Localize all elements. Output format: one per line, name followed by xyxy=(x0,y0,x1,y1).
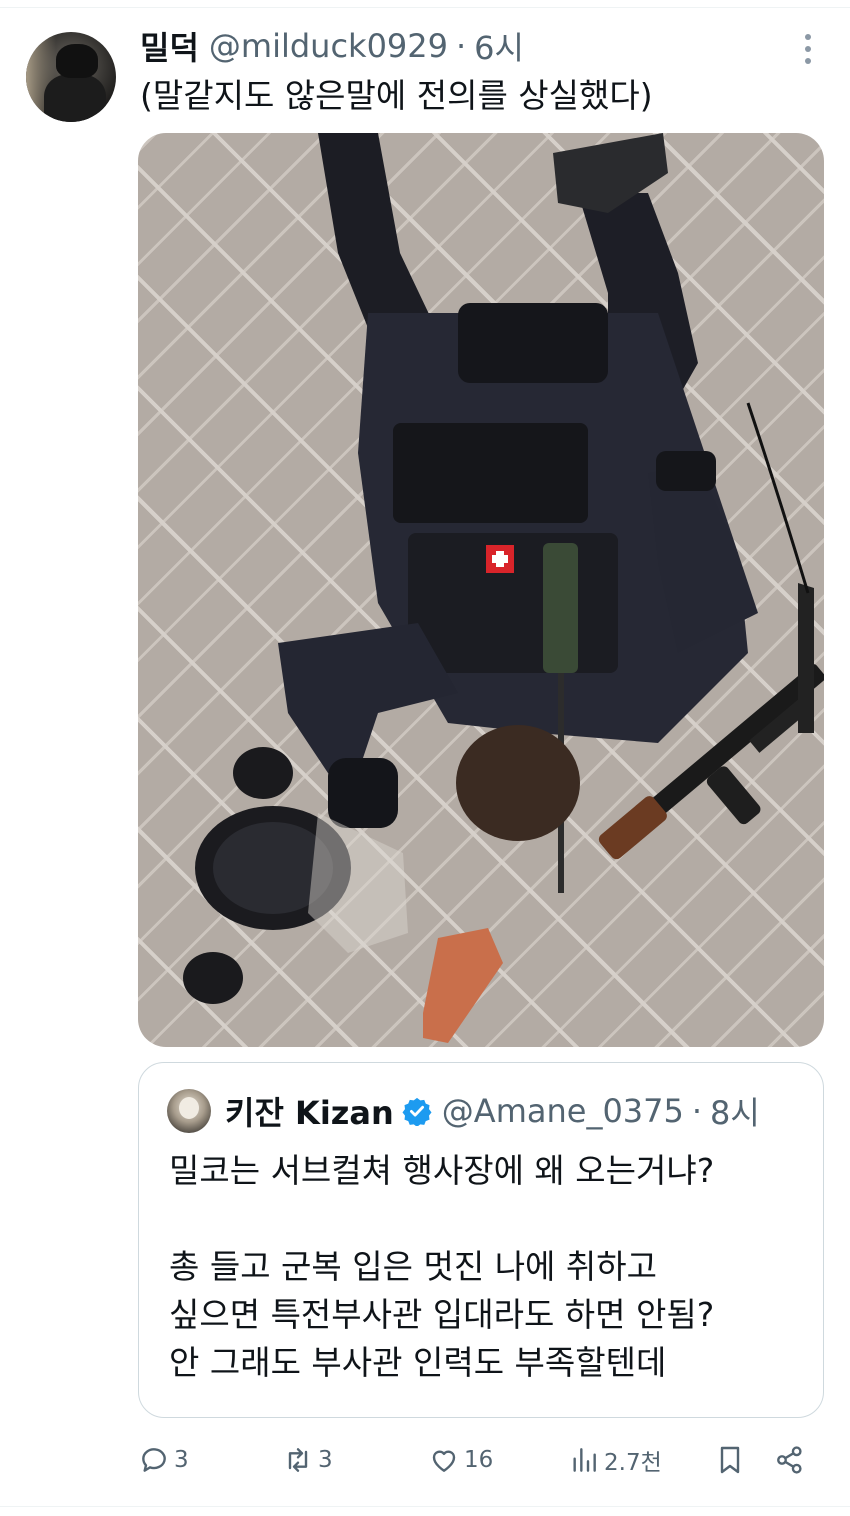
quoted-line: 싶으면 특전부사관 입대라도 하면 안됨? xyxy=(169,1295,715,1334)
separator-dot: · xyxy=(456,27,467,65)
bookmark-button[interactable] xyxy=(714,1432,750,1488)
reply-button[interactable]: 3 xyxy=(138,1432,189,1488)
quoted-separator: · xyxy=(691,1092,703,1130)
photo-illustration xyxy=(183,133,824,1043)
display-name[interactable]: 밀덕 xyxy=(140,23,199,69)
like-count: 16 xyxy=(464,1447,494,1473)
quoted-tweet[interactable]: 키잔 Kizan @Amane_0375 · 8시 밀코는 서브컬쳐 행사장에 … xyxy=(138,1062,824,1418)
quoted-tweet-text: 밀코는 서브컬쳐 행사장에 왜 오는거냐? 총 들고 군복 입은 멋진 나에 취… xyxy=(169,1147,809,1387)
reply-count: 3 xyxy=(174,1447,189,1473)
avatar-body-shape xyxy=(44,74,106,122)
more-dot xyxy=(805,34,811,40)
quoted-tweet-header: 키잔 Kizan @Amane_0375 · 8시 xyxy=(167,1089,803,1133)
more-dot xyxy=(805,58,811,64)
quoted-line: 총 들고 군복 입은 멋진 나에 취하고 xyxy=(169,1247,657,1286)
views-count: 2.7천 xyxy=(604,1450,662,1476)
quoted-line: 안 그래도 부사관 인력도 부족할텐데 xyxy=(169,1343,667,1382)
quoted-line: 밀코는 서브컬쳐 행사장에 왜 오는거냐? xyxy=(169,1151,715,1190)
tweet-text: (말같지도 않은말에 전의를 상실했다) xyxy=(140,76,653,115)
bottom-divider xyxy=(0,1506,850,1507)
bookmark-icon xyxy=(720,1446,740,1474)
top-divider xyxy=(0,0,850,8)
quoted-time[interactable]: 8시 xyxy=(710,1088,760,1134)
views-icon xyxy=(573,1448,596,1472)
tweet-time[interactable]: 6시 xyxy=(474,23,524,69)
retweet-button[interactable]: 3 xyxy=(282,1432,333,1488)
retweet-icon xyxy=(288,1448,308,1472)
like-button[interactable]: 16 xyxy=(428,1432,493,1488)
tweet-header: 밀덕 @milduck0929 · 6시 xyxy=(140,24,524,68)
share-icon xyxy=(777,1446,802,1474)
views-button[interactable]: 2.7천 xyxy=(568,1432,662,1488)
quoted-avatar[interactable] xyxy=(167,1089,211,1133)
more-vertical-icon[interactable] xyxy=(796,34,820,64)
user-handle[interactable]: @milduck0929 xyxy=(209,27,448,65)
profile-avatar[interactable] xyxy=(26,32,116,122)
quoted-display-name[interactable]: 키잔 Kizan xyxy=(225,1088,394,1134)
avatar-head-shape xyxy=(56,44,98,78)
share-button[interactable] xyxy=(774,1432,810,1488)
quoted-handle[interactable]: @Amane_0375 xyxy=(442,1092,684,1130)
reply-icon xyxy=(142,1448,166,1472)
tweet-photo[interactable] xyxy=(138,133,824,1047)
retweet-count: 3 xyxy=(318,1447,333,1473)
more-dot xyxy=(805,46,811,52)
quoted-line xyxy=(169,1195,809,1243)
verified-badge-icon xyxy=(402,1097,432,1126)
action-bar: 3 3 16 2.7천 xyxy=(138,1432,828,1488)
like-icon xyxy=(432,1450,456,1472)
